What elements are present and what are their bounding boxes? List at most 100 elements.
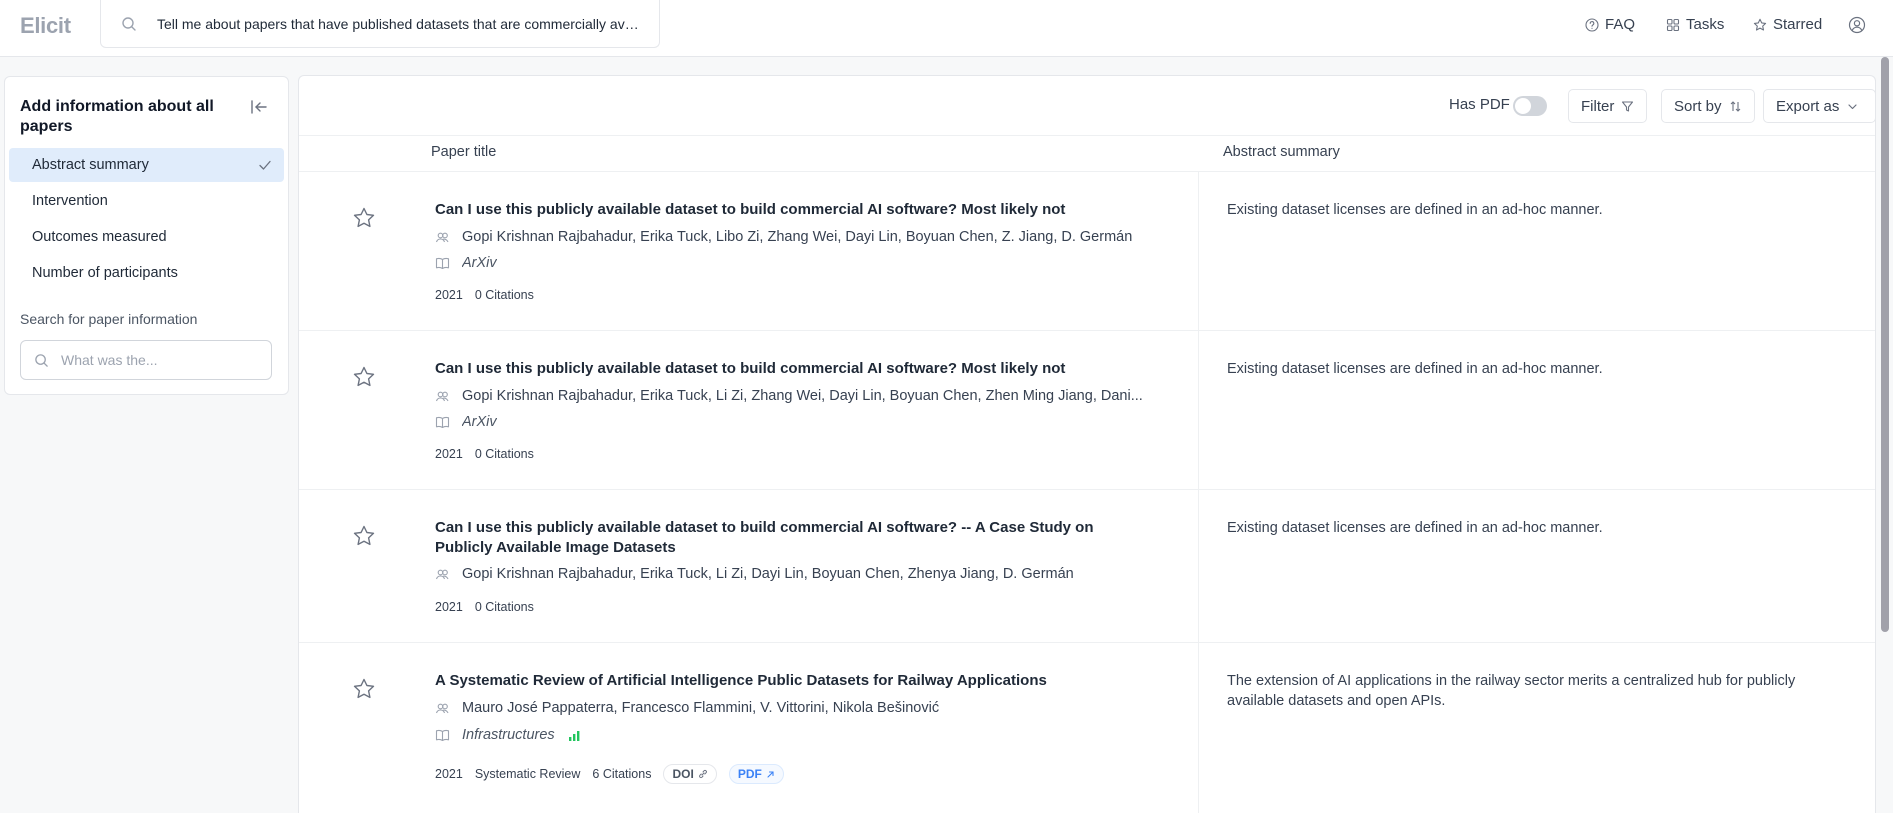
- citation-count: 0 Citations: [474, 600, 534, 614]
- authors-icon: [435, 703, 449, 713]
- starred-link[interactable]: Starred: [1753, 16, 1822, 33]
- search-icon: [122, 17, 136, 31]
- filter-label: Filter: [1581, 97, 1615, 115]
- starred-label: Starred: [1773, 16, 1823, 33]
- paper-stats: 2021 Systematic Review 6 Citations DOI P…: [435, 764, 784, 784]
- sidebar-item-label: Abstract summary: [32, 157, 149, 173]
- top-header: Elicit Tell me about papers that have pu…: [0, 0, 1893, 57]
- results-panel: Has PDF Filter Sort by Export as Paper t…: [298, 75, 1876, 813]
- search-icon: [35, 354, 48, 367]
- abstract-summary-cell: Existing dataset licenses are defined in…: [1227, 520, 1603, 536]
- abstract-summary-cell: Existing dataset licenses are defined in…: [1227, 361, 1603, 377]
- table-row: Can I use this publicly available datase…: [299, 490, 1875, 643]
- column-header-abstract: Abstract summary: [1223, 144, 1340, 160]
- paper-title[interactable]: Can I use this publicly available datase…: [435, 518, 1155, 558]
- sidebar-item-outcomes-measured[interactable]: Outcomes measured: [9, 220, 284, 254]
- tasks-label: Tasks: [1686, 16, 1725, 33]
- study-type: Systematic Review: [474, 767, 581, 781]
- column-sidebar: Add information about all papers Abstrac…: [4, 76, 289, 395]
- sidebar-item-number-of-participants[interactable]: Number of participants: [9, 256, 284, 290]
- paper-stats: 2021 0 Citations: [435, 600, 534, 614]
- doi-link[interactable]: DOI: [663, 764, 717, 784]
- journal-quality-bars-icon: [568, 730, 580, 741]
- paper-year: 2021: [435, 600, 463, 614]
- paper-info-search-input[interactable]: [61, 349, 261, 371]
- page-scrollbar[interactable]: [1881, 57, 1889, 632]
- paper-year: 2021: [435, 447, 463, 461]
- table-row: Can I use this publicly available datase…: [299, 331, 1875, 490]
- authors-icon: [435, 569, 449, 579]
- authors-text: Gopi Krishnan Rajbahadur, Erika Tuck, Li…: [462, 566, 1074, 582]
- results-toolbar: Has PDF Filter Sort by Export as: [299, 76, 1875, 136]
- table-row: Can I use this publicly available datase…: [299, 172, 1875, 331]
- sort-button[interactable]: Sort by: [1661, 89, 1755, 123]
- citation-count: 6 Citations: [592, 767, 652, 781]
- star-icon[interactable]: [352, 524, 376, 548]
- check-icon: [259, 160, 271, 170]
- star-icon[interactable]: [352, 677, 376, 701]
- journal-name: ArXiv: [462, 414, 497, 430]
- sidebar-item-abstract-summary[interactable]: Abstract summary: [9, 148, 284, 182]
- sidebar-item-label: Outcomes measured: [32, 229, 167, 245]
- authors-icon: [435, 232, 449, 242]
- paper-authors: Mauro José Pappaterra, Francesco Flammin…: [435, 700, 1175, 716]
- sidebar-item-intervention[interactable]: Intervention: [9, 184, 284, 218]
- citation-count: 0 Citations: [474, 447, 534, 461]
- tasks-link[interactable]: Tasks: [1666, 16, 1724, 33]
- journal-name: Infrastructures: [462, 727, 555, 743]
- paper-authors: Gopi Krishnan Rajbahadur, Erika Tuck, Li…: [435, 388, 1175, 404]
- pdf-label: PDF: [737, 767, 762, 781]
- elicit-logo[interactable]: Elicit: [20, 13, 71, 39]
- help-circle-icon: [1585, 17, 1599, 32]
- grid-icon: [1666, 18, 1680, 31]
- star-icon[interactable]: [352, 206, 376, 230]
- star-icon[interactable]: [352, 365, 376, 389]
- search-bar[interactable]: Tell me about papers that have published…: [100, 0, 660, 48]
- paper-title[interactable]: A Systematic Review of Artificial Intell…: [435, 671, 1155, 691]
- external-link-icon: [767, 770, 774, 778]
- abstract-summary-cell: The extension of AI applications in the …: [1227, 673, 1796, 709]
- has-pdf-toggle[interactable]: [1513, 96, 1547, 116]
- paper-title[interactable]: Can I use this publicly available datase…: [435, 359, 1155, 379]
- paper-authors: Gopi Krishnan Rajbahadur, Erika Tuck, Li…: [435, 229, 1175, 245]
- paper-journal: Infrastructures: [435, 727, 1175, 743]
- has-pdf-label: Has PDF: [1449, 96, 1510, 113]
- search-query[interactable]: Tell me about papers that have published…: [157, 16, 641, 32]
- faq-label: FAQ: [1605, 16, 1636, 33]
- toggle-knob: [1515, 98, 1531, 114]
- authors-text: Mauro José Pappaterra, Francesco Flammin…: [462, 700, 940, 716]
- paper-title[interactable]: Can I use this publicly available datase…: [435, 200, 1155, 220]
- collapse-sidebar-icon[interactable]: [249, 97, 269, 117]
- pdf-link[interactable]: PDF: [728, 764, 784, 784]
- paper-year: 2021: [435, 767, 463, 781]
- user-avatar-icon[interactable]: [1848, 16, 1866, 34]
- chevron-down-icon: [1848, 103, 1857, 109]
- filter-icon: [1622, 100, 1634, 112]
- sidebar-item-label: Number of participants: [32, 265, 178, 281]
- paper-info-search-box[interactable]: [20, 340, 272, 380]
- paper-stats: 2021 0 Citations: [435, 447, 534, 461]
- paper-info-search-label: Search for paper information: [20, 311, 198, 327]
- book-icon: [435, 729, 450, 741]
- sort-label: Sort by: [1674, 97, 1722, 115]
- sort-arrows-icon: [1730, 100, 1740, 112]
- book-icon: [435, 257, 450, 269]
- table-row: A Systematic Review of Artificial Intell…: [299, 643, 1875, 813]
- paper-year: 2021: [435, 288, 463, 302]
- sidebar-title: Add information about all papers: [20, 98, 214, 135]
- star-icon: [1753, 18, 1767, 31]
- link-icon: [698, 769, 707, 779]
- filter-button[interactable]: Filter: [1568, 89, 1648, 123]
- export-label: Export as: [1776, 97, 1840, 115]
- column-header-title: Paper title: [431, 144, 497, 160]
- paper-authors: Gopi Krishnan Rajbahadur, Erika Tuck, Li…: [435, 566, 1175, 582]
- authors-text: Gopi Krishnan Rajbahadur, Erika Tuck, Li…: [462, 388, 1143, 404]
- paper-journal: ArXiv: [435, 414, 1175, 430]
- sidebar-item-label: Intervention: [32, 193, 108, 209]
- doi-label: DOI: [672, 767, 694, 781]
- authors-text: Gopi Krishnan Rajbahadur, Erika Tuck, Li…: [462, 229, 1133, 245]
- export-button[interactable]: Export as: [1763, 89, 1875, 123]
- abstract-summary-cell: Existing dataset licenses are defined in…: [1227, 202, 1603, 218]
- faq-link[interactable]: FAQ: [1585, 16, 1635, 33]
- book-icon: [435, 416, 450, 428]
